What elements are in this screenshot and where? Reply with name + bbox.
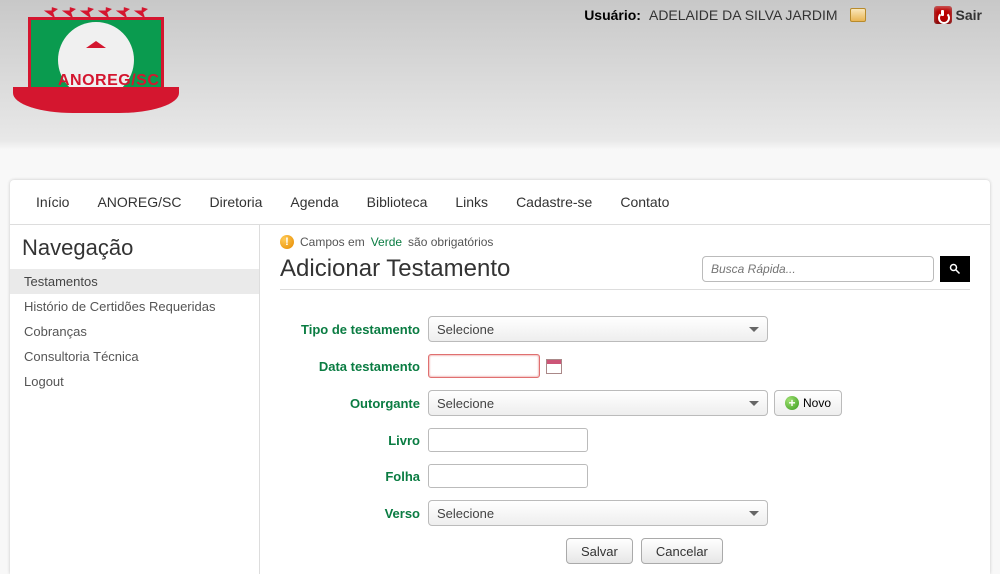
save-button[interactable]: Salvar	[566, 538, 633, 564]
logo: ANOREG/SC	[28, 10, 164, 103]
logout-label: Sair	[956, 7, 982, 23]
label-outorgante: Outorgante	[280, 396, 420, 411]
search-button[interactable]	[940, 256, 970, 282]
chevron-down-icon	[749, 401, 759, 406]
label-tipo: Tipo de testamento	[280, 322, 420, 337]
novo-label: Novo	[803, 396, 831, 410]
select-outorgante-value: Selecione	[437, 396, 494, 411]
nav-links[interactable]: Links	[455, 194, 488, 210]
select-tipo-value: Selecione	[437, 322, 494, 337]
nav-anoreg[interactable]: ANOREG/SC	[97, 194, 181, 210]
sidebar: Navegação Testamentos Histório de Certid…	[10, 225, 260, 574]
user-name: ADELAIDE DA SILVA JARDIM	[649, 7, 838, 23]
input-livro[interactable]	[428, 428, 588, 452]
select-verso[interactable]: Selecione	[428, 500, 768, 526]
search-icon	[949, 263, 961, 275]
nav-agenda[interactable]: Agenda	[290, 194, 338, 210]
plus-icon: +	[785, 396, 799, 410]
search-input[interactable]	[702, 256, 934, 282]
nav-cadastre[interactable]: Cadastre-se	[516, 194, 592, 210]
hint-prefix: Campos em	[300, 235, 365, 249]
input-folha[interactable]	[428, 464, 588, 488]
user-label: Usuário:	[584, 7, 641, 23]
input-data[interactable]	[428, 354, 540, 378]
nav-biblioteca[interactable]: Biblioteca	[367, 194, 428, 210]
main-nav: Início ANOREG/SC Diretoria Agenda Biblio…	[10, 180, 990, 225]
select-tipo[interactable]: Selecione	[428, 316, 768, 342]
label-verso: Verso	[280, 506, 420, 521]
user-card-icon	[850, 8, 866, 22]
warning-icon: !	[280, 235, 294, 249]
hint-green: Verde	[371, 235, 402, 249]
sidebar-item-historico[interactable]: Histório de Certidões Requeridas	[10, 294, 259, 319]
power-icon	[934, 6, 952, 24]
select-verso-value: Selecione	[437, 506, 494, 521]
label-data: Data testamento	[280, 359, 420, 374]
sidebar-item-consultoria[interactable]: Consultoria Técnica	[10, 344, 259, 369]
nav-diretoria[interactable]: Diretoria	[209, 194, 262, 210]
label-livro: Livro	[280, 433, 420, 448]
cancel-button[interactable]: Cancelar	[641, 538, 723, 564]
select-outorgante[interactable]: Selecione	[428, 390, 768, 416]
chevron-down-icon	[749, 327, 759, 332]
sidebar-item-logout[interactable]: Logout	[10, 369, 259, 394]
calendar-icon[interactable]	[546, 359, 562, 374]
page-title: Adicionar Testamento	[280, 255, 510, 283]
logout-button[interactable]: Sair	[934, 6, 982, 24]
hint-suffix: são obrigatórios	[408, 235, 493, 249]
sidebar-title: Navegação	[10, 235, 259, 269]
chevron-down-icon	[749, 511, 759, 516]
sidebar-item-testamentos[interactable]: Testamentos	[10, 269, 259, 294]
nav-inicio[interactable]: Início	[36, 194, 69, 210]
label-folha: Folha	[280, 469, 420, 484]
novo-button[interactable]: + Novo	[774, 390, 842, 416]
sidebar-item-cobrancas[interactable]: Cobranças	[10, 319, 259, 344]
nav-contato[interactable]: Contato	[620, 194, 669, 210]
